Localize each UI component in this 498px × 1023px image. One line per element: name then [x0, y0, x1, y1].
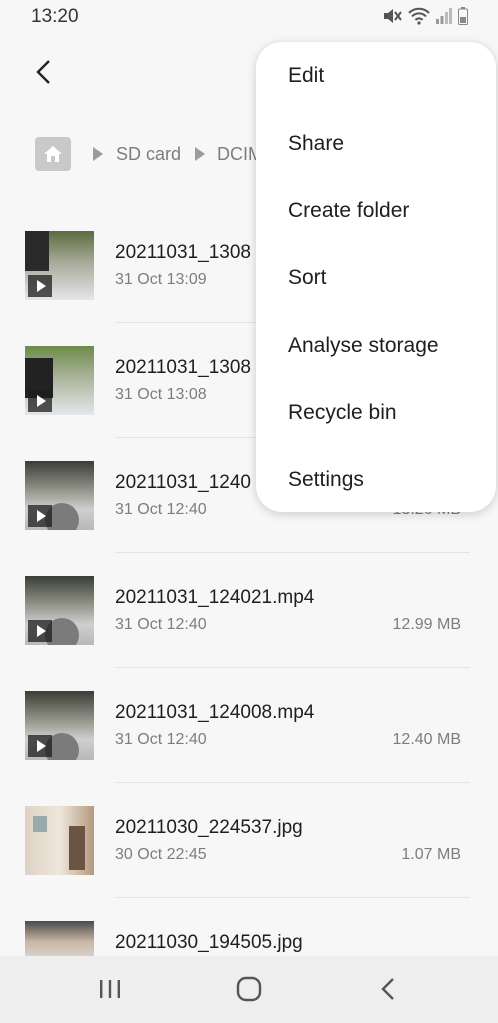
home-button[interactable]	[229, 972, 269, 1006]
video-thumbnail	[25, 231, 94, 300]
mute-icon	[384, 9, 402, 23]
file-name: 20211030_194505.jpg	[115, 932, 303, 953]
home-icon[interactable]	[35, 137, 71, 171]
list-item[interactable]: 20211031_124021.mp4 31 Oct 12:40 12.99 M…	[0, 553, 498, 668]
file-name: 20211030_224537.jpg	[115, 817, 303, 838]
play-icon	[28, 620, 52, 642]
file-date: 31 Oct 13:08	[115, 386, 207, 403]
breadcrumb-sd-card[interactable]: SD card	[116, 144, 181, 165]
video-thumbnail	[25, 346, 94, 415]
video-thumbnail	[25, 461, 94, 530]
menu-item-recycle-bin[interactable]: Recycle bin	[288, 401, 397, 425]
image-thumbnail	[25, 806, 94, 875]
play-icon	[28, 735, 52, 757]
menu-item-edit[interactable]: Edit	[288, 64, 324, 88]
status-bar: 13:20	[0, 0, 498, 34]
file-date: 31 Oct 12:40	[115, 731, 207, 748]
file-date: 31 Oct 12:40	[115, 501, 207, 518]
wifi-icon	[408, 7, 430, 25]
list-item[interactable]: 20211031_124008.mp4 31 Oct 12:40 12.40 M…	[0, 668, 498, 783]
battery-icon	[458, 7, 468, 25]
home-circle-icon	[236, 976, 262, 1002]
file-size: 1.07 MB	[401, 846, 461, 863]
file-size: 12.40 MB	[392, 731, 461, 748]
menu-item-share[interactable]: Share	[288, 132, 344, 156]
recent-apps-icon	[100, 980, 120, 998]
file-name: 20211031_1308	[115, 357, 251, 378]
play-icon	[28, 275, 52, 297]
menu-item-sort[interactable]: Sort	[288, 266, 327, 290]
breadcrumb: SD card DCIM	[35, 136, 263, 172]
image-thumbnail	[25, 921, 94, 956]
breadcrumb-separator	[93, 147, 103, 161]
list-item[interactable]: 20211030_224537.jpg 30 Oct 22:45 1.07 MB	[0, 783, 498, 898]
status-icons	[382, 7, 468, 25]
file-name: 20211031_124021.mp4	[115, 587, 315, 608]
file-name: 20211031_1308	[115, 242, 251, 263]
recent-apps-button[interactable]	[90, 972, 130, 1006]
status-time: 13:20	[31, 6, 79, 27]
breadcrumb-separator	[195, 147, 206, 161]
menu-item-create-folder[interactable]: Create folder	[288, 199, 409, 223]
menu-item-settings[interactable]: Settings	[288, 468, 364, 492]
file-date: 30 Oct 22:45	[115, 846, 207, 863]
file-name: 20211031_124008.mp4	[115, 702, 315, 723]
play-icon	[28, 390, 52, 412]
file-date: 31 Oct 12:40	[115, 616, 207, 633]
back-arrow-icon	[381, 978, 394, 1000]
navigation-bar	[0, 956, 498, 1023]
file-size: 12.99 MB	[392, 616, 461, 633]
menu-item-analyse-storage[interactable]: Analyse storage	[288, 334, 439, 358]
signal-icon	[436, 8, 452, 24]
nav-back-button[interactable]	[368, 972, 408, 1006]
file-date: 31 Oct 13:09	[115, 271, 207, 288]
video-thumbnail	[25, 576, 94, 645]
back-button[interactable]	[24, 52, 64, 92]
file-name: 20211031_1240	[115, 472, 251, 493]
overflow-menu: Edit Share Create folder Sort Analyse st…	[256, 42, 496, 512]
play-icon	[28, 505, 52, 527]
chevron-left-icon	[36, 60, 50, 84]
video-thumbnail	[25, 691, 94, 760]
